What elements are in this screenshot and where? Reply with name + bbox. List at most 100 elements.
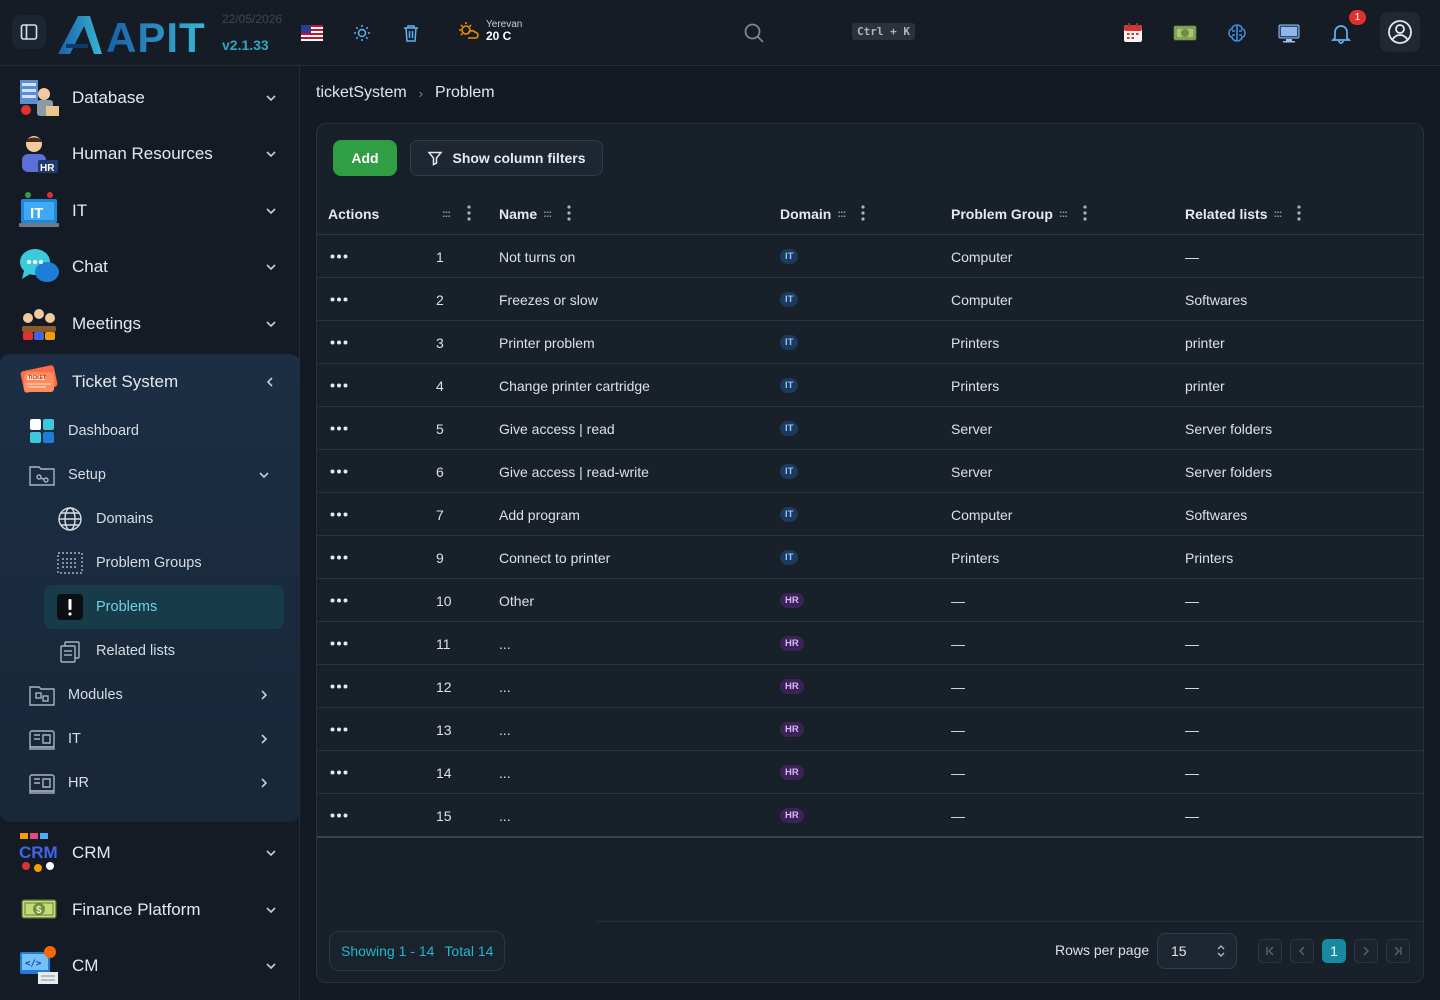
drag-grip-icon[interactable]: ::: (543, 208, 552, 220)
row-actions-icon[interactable] (330, 383, 348, 388)
row-id: 6 (436, 463, 444, 480)
breadcrumb-parent[interactable]: ticketSystem (316, 84, 407, 102)
table-row[interactable]: 15... HR — — (317, 794, 1423, 837)
add-button[interactable]: Add (333, 140, 397, 176)
sidebar-subitem-dashboard[interactable]: Dashboard (16, 409, 284, 453)
column-header-grip[interactable]: ::: (436, 192, 451, 235)
row-domain: IT (780, 536, 799, 579)
table-row[interactable]: 4 Change printer cartridge IT Printers print… (317, 364, 1423, 407)
sidebar-subitem-domains[interactable]: Domains (44, 497, 284, 541)
show-column-filters-button[interactable]: Show column filters (410, 140, 603, 176)
theme-toggle-button[interactable] (348, 19, 376, 47)
sidebar-subitem-problem-groups[interactable]: Problem Groups (44, 541, 284, 585)
row-actions-icon[interactable] (330, 254, 348, 259)
sidebar-item-database[interactable]: Database (0, 68, 299, 124)
sidebar-item-cm[interactable]: </> CM (0, 936, 299, 992)
sidebar-subitem-related-lists[interactable]: Related lists (44, 629, 284, 673)
row-actions-icon[interactable] (330, 340, 348, 345)
sidebar-item-it[interactable]: IT IT (0, 181, 299, 237)
row-actions-icon[interactable] (330, 297, 348, 302)
domain-badge: IT (780, 464, 799, 479)
table-row[interactable]: 14... HR — — (317, 751, 1423, 794)
chevron-left-icon (1299, 946, 1305, 956)
column-menu-icon[interactable] (1296, 204, 1302, 222)
finance-button[interactable] (1171, 19, 1199, 47)
column-header-problem-group[interactable]: Problem Group::: (951, 192, 1068, 235)
sidebar-subitem-modules[interactable]: Modules (16, 673, 284, 717)
row-actions-icon[interactable] (330, 727, 348, 732)
column-menu-icon[interactable] (860, 204, 866, 222)
search-button[interactable] (740, 19, 768, 47)
row-actions-icon[interactable] (330, 641, 348, 646)
table-row[interactable]: 2 Freezes or slow IT Computer Softwares (317, 278, 1423, 321)
app-logo[interactable]: APIT (56, 12, 218, 61)
row-id: 14 (436, 764, 452, 781)
drag-grip-icon[interactable]: ::: (837, 208, 846, 220)
page-button-current[interactable]: 1 (1322, 939, 1346, 963)
column-menu-icon[interactable] (466, 204, 472, 222)
previous-page-button[interactable] (1290, 939, 1314, 963)
row-problem-group: Server (951, 420, 993, 437)
row-actions-icon[interactable] (330, 426, 348, 431)
drag-grip-icon[interactable]: ::: (442, 208, 451, 220)
sidebar-item-ticket-system[interactable]: TICKET Ticket System (0, 352, 299, 408)
row-actions-icon[interactable] (330, 770, 348, 775)
sidebar-item-label: CRM (72, 843, 111, 862)
sidebar-subitem-problems[interactable]: Problems (44, 585, 284, 629)
table-row[interactable]: 7 Add program IT Computer Softwares (317, 493, 1423, 536)
sidebar-item-meetings[interactable]: Meetings (0, 294, 299, 350)
sidebar-item-label: Ticket System (72, 372, 179, 391)
row-actions-icon[interactable] (330, 813, 348, 818)
column-header-domain[interactable]: Domain::: (780, 192, 846, 235)
calendar-button[interactable] (1119, 19, 1147, 47)
row-name: ... (499, 635, 511, 652)
sidebar-toggle-button[interactable] (12, 15, 46, 49)
column-header-related-lists[interactable]: Related lists::: (1185, 192, 1282, 235)
table-row[interactable]: 1 Not turns on IT Computer — (317, 235, 1423, 278)
rows-per-page-select[interactable]: 15 (1157, 933, 1237, 969)
row-actions-icon[interactable] (330, 684, 348, 689)
table-row[interactable]: 6 Give access | read-write IT Server Server … (317, 450, 1423, 493)
table-row[interactable]: 12... HR — — (317, 665, 1423, 708)
drag-grip-icon[interactable]: ::: (1273, 208, 1282, 220)
row-problem-group: Computer (951, 291, 1013, 308)
row-id: 3 (436, 334, 444, 351)
last-page-button[interactable] (1386, 939, 1410, 963)
row-actions-icon[interactable] (330, 469, 348, 474)
table-row[interactable]: 3 Printer problem IT Printers printer (317, 321, 1423, 364)
column-header-name[interactable]: Name::: (499, 192, 552, 235)
table-row[interactable]: 11... HR — — (317, 622, 1423, 665)
sidebar-item-chat[interactable]: Chat (0, 237, 299, 293)
row-related-lists: printer (1185, 377, 1225, 394)
user-menu-button[interactable] (1380, 12, 1420, 52)
next-page-button[interactable] (1354, 939, 1378, 963)
problems-table-panel: Add Show column filters Actions ::: Name… (316, 123, 1424, 983)
table-row[interactable]: 13... HR — — (317, 708, 1423, 751)
first-page-button[interactable] (1258, 939, 1282, 963)
sidebar-subitem-setup[interactable]: Setup (16, 453, 284, 497)
ai-button[interactable] (1223, 19, 1251, 47)
column-menu-icon[interactable] (1082, 204, 1088, 222)
row-actions-icon[interactable] (330, 512, 348, 517)
sun-icon (354, 25, 370, 41)
clear-cache-button[interactable] (397, 19, 425, 47)
table-row[interactable]: 9 Connect to printer IT Printers Printers (317, 536, 1423, 579)
pagination-summary: Showing 1 - 14 Total 14 (329, 931, 506, 971)
sidebar-subitem-hr[interactable]: HR (16, 761, 284, 805)
sidebar-subitem-it[interactable]: IT (16, 717, 284, 761)
table-row[interactable]: 5 Give access | read IT Server Server folder… (317, 407, 1423, 450)
row-actions-icon[interactable] (330, 555, 348, 560)
column-menu-icon[interactable] (566, 204, 572, 222)
select-updown-icon (1217, 945, 1225, 957)
it-icon: IT (19, 192, 59, 227)
sidebar-item-human-resources[interactable]: HR Human Resources (0, 124, 299, 180)
remote-desktop-button[interactable] (1275, 19, 1303, 47)
sidebar-item-finance-platform[interactable]: $ Finance Platform (0, 880, 299, 936)
sidebar-item-crm[interactable]: CRM CRM (0, 823, 299, 879)
drag-grip-icon[interactable]: ::: (1059, 208, 1068, 220)
language-button[interactable] (298, 19, 326, 47)
row-id: 10 (436, 592, 452, 609)
sidebar-subitem-label: Related lists (96, 643, 175, 659)
row-actions-icon[interactable] (330, 598, 348, 603)
table-row[interactable]: 10 Other HR — — (317, 579, 1423, 622)
